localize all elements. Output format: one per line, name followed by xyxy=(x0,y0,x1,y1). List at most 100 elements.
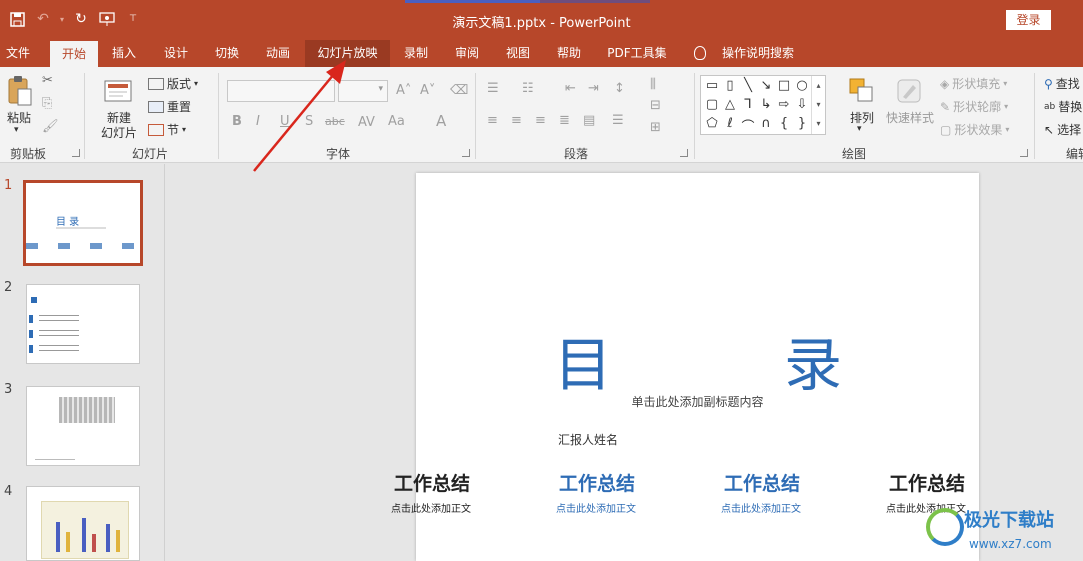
right-arrow-shape-icon[interactable]: ⇨ xyxy=(775,97,793,112)
login-button[interactable]: 登录 xyxy=(1006,10,1051,30)
slide-title-right[interactable]: 录 xyxy=(784,318,842,402)
replace-button[interactable]: ab 替换 xyxy=(1044,98,1082,115)
text-direction-icon[interactable]: ⫼ xyxy=(650,77,656,92)
shapes-gallery[interactable]: ▭ ▯ ╲ ↘ □ ○ ▢ △ ⅂ ↳ ⇨ ⇩ ⬠ ℓ ⌒ ∩ { } ▴ ▾ ▾ xyxy=(700,75,826,135)
vertical-textbox-shape-icon[interactable]: ▯ xyxy=(721,78,739,93)
slide-subtitle[interactable]: 单击此处添加副标题内容 xyxy=(416,393,979,410)
arrange-button[interactable]: 排列 xyxy=(844,109,880,126)
new-slide-icon[interactable] xyxy=(103,75,133,105)
pentagon-shape-icon[interactable]: ⬠ xyxy=(703,116,721,131)
down-arrow-shape-icon[interactable]: ⇩ xyxy=(793,97,811,112)
slide-thumbnail-1[interactable]: 目 录 xyxy=(23,180,143,266)
format-painter-icon[interactable]: 🖌 xyxy=(42,119,59,134)
italic-button[interactable]: I xyxy=(256,114,260,129)
textbox-shape-icon[interactable]: ▭ xyxy=(703,78,721,93)
slide-title-left[interactable]: 目 xyxy=(554,318,612,402)
rounded-rect-shape-icon[interactable]: ▢ xyxy=(703,97,721,112)
tab-design[interactable]: 设计 xyxy=(154,40,198,67)
tab-slideshow[interactable]: 幻灯片放映 xyxy=(305,40,390,67)
tab-transitions[interactable]: 切换 xyxy=(205,40,249,67)
shape-effects-button[interactable]: ▢ 形状效果 ▾ xyxy=(940,121,1009,138)
tab-record[interactable]: 录制 xyxy=(394,40,438,67)
find-button[interactable]: ⚲ 查找 xyxy=(1044,75,1080,92)
drawing-launcher-icon[interactable] xyxy=(1020,149,1028,157)
justify-icon[interactable]: ≣ xyxy=(559,113,570,128)
arrange-icon[interactable] xyxy=(848,77,876,105)
shrink-font-icon[interactable]: A˅ xyxy=(420,83,435,98)
align-right-icon[interactable]: ≡ xyxy=(535,113,546,128)
tab-animations[interactable]: 动画 xyxy=(256,40,300,67)
card-text[interactable]: 点击此处添加正文 xyxy=(721,500,801,515)
curve-shape-icon[interactable]: ⌒ xyxy=(739,116,757,135)
card-title[interactable]: 工作总结 xyxy=(394,469,470,496)
shadow-button[interactable]: S xyxy=(305,114,313,129)
columns-icon[interactable]: ☰ xyxy=(612,113,624,128)
bullets-icon[interactable]: ☰ xyxy=(487,81,499,96)
font-color-button[interactable]: A xyxy=(436,112,446,130)
cut-icon[interactable]: ✂ xyxy=(42,73,53,88)
tell-me-search[interactable]: 操作说明搜索 xyxy=(712,40,804,67)
select-button[interactable]: ↖ 选择 xyxy=(1044,121,1081,138)
paste-dropdown-icon[interactable]: ▾ xyxy=(14,125,19,135)
distribute-icon[interactable]: ▤ xyxy=(583,113,595,128)
strikethrough-button[interactable]: abc xyxy=(325,115,345,128)
paragraph-launcher-icon[interactable] xyxy=(680,149,688,157)
slide-reporter[interactable]: 汇报人姓名 xyxy=(558,431,618,448)
change-case-button[interactable]: Aa xyxy=(388,114,405,129)
spacing-icon[interactable]: AV xyxy=(358,115,375,130)
freeform-shape-icon[interactable]: ℓ xyxy=(721,116,739,131)
gallery-scroll[interactable]: ▴ ▾ ▾ xyxy=(811,76,825,134)
right-brace-shape-icon[interactable]: } xyxy=(793,116,811,131)
card-title[interactable]: 工作总结 xyxy=(559,469,635,496)
card-title[interactable]: 工作总结 xyxy=(724,469,800,496)
reset-button[interactable]: 重置 xyxy=(148,98,191,115)
left-brace-shape-icon[interactable]: { xyxy=(775,116,793,131)
slide-thumbnail-3[interactable] xyxy=(26,386,140,466)
slide-thumbnail-2[interactable] xyxy=(26,284,140,364)
numbering-icon[interactable]: ☷ xyxy=(522,81,534,96)
arc-shape-icon[interactable]: ∩ xyxy=(757,116,775,131)
grow-font-icon[interactable]: A˄ xyxy=(396,83,411,98)
shape-outline-button[interactable]: ✎ 形状轮廓 ▾ xyxy=(940,98,1008,115)
elbow-connector-shape-icon[interactable]: ⅂ xyxy=(739,97,757,112)
underline-button[interactable]: U xyxy=(280,114,290,129)
rectangle-shape-icon[interactable]: □ xyxy=(775,78,793,93)
tab-pdf-tools[interactable]: PDF工具集 xyxy=(601,40,673,67)
card-text[interactable]: 点击此处添加正文 xyxy=(556,500,636,515)
triangle-shape-icon[interactable]: △ xyxy=(721,97,739,112)
clear-format-icon[interactable]: ⌫ xyxy=(450,83,468,98)
tab-insert[interactable]: 插入 xyxy=(102,40,146,67)
slide-thumbnail-4[interactable] xyxy=(26,486,140,561)
new-slide-label-2[interactable]: 幻灯片 xyxy=(94,124,144,141)
paste-button[interactable]: 粘贴 xyxy=(4,109,34,126)
tab-review[interactable]: 审阅 xyxy=(445,40,489,67)
tab-file[interactable]: 文件 xyxy=(0,40,36,67)
section-button[interactable]: 节 ▾ xyxy=(148,121,186,138)
clipboard-launcher-icon[interactable] xyxy=(72,149,80,157)
align-text-icon[interactable]: ⊟ xyxy=(650,98,661,113)
align-center-icon[interactable]: ≡ xyxy=(511,113,522,128)
paste-icon[interactable] xyxy=(6,75,34,109)
decrease-indent-icon[interactable]: ⇤ xyxy=(565,81,576,96)
copy-icon[interactable]: ⎘ xyxy=(42,96,52,111)
card-text[interactable]: 点击此处添加正文 xyxy=(391,500,471,515)
slide-canvas[interactable]: 目 录 单击此处添加副标题内容 汇报人姓名 工作总结 点击此处添加正文 工作总结… xyxy=(391,173,979,561)
arrow-line-shape-icon[interactable]: ↘ xyxy=(757,78,775,93)
quick-styles-icon[interactable] xyxy=(895,77,923,105)
smartart-icon[interactable]: ⊞ xyxy=(650,120,661,135)
font-family-combo[interactable] xyxy=(227,80,335,102)
card-title[interactable]: 工作总结 xyxy=(889,469,965,496)
elbow-arrow-shape-icon[interactable]: ↳ xyxy=(757,97,775,112)
slide-thumbnails-pane[interactable]: 1 目 录 2 3 4 xyxy=(0,164,165,561)
quick-styles-button[interactable]: 快速样式 xyxy=(884,109,936,126)
shape-fill-button[interactable]: ◈ 形状填充 ▾ xyxy=(940,75,1007,92)
line-spacing-icon[interactable]: ↕ xyxy=(614,81,625,96)
increase-indent-icon[interactable]: ⇥ xyxy=(588,81,599,96)
align-left-icon[interactable]: ≡ xyxy=(487,113,498,128)
tab-help[interactable]: 帮助 xyxy=(547,40,591,67)
tab-view[interactable]: 视图 xyxy=(496,40,540,67)
layout-button[interactable]: 版式 ▾ xyxy=(148,75,198,92)
bold-button[interactable]: B xyxy=(232,114,242,129)
font-launcher-icon[interactable] xyxy=(462,149,470,157)
font-size-combo[interactable]: ▾ xyxy=(338,80,388,102)
